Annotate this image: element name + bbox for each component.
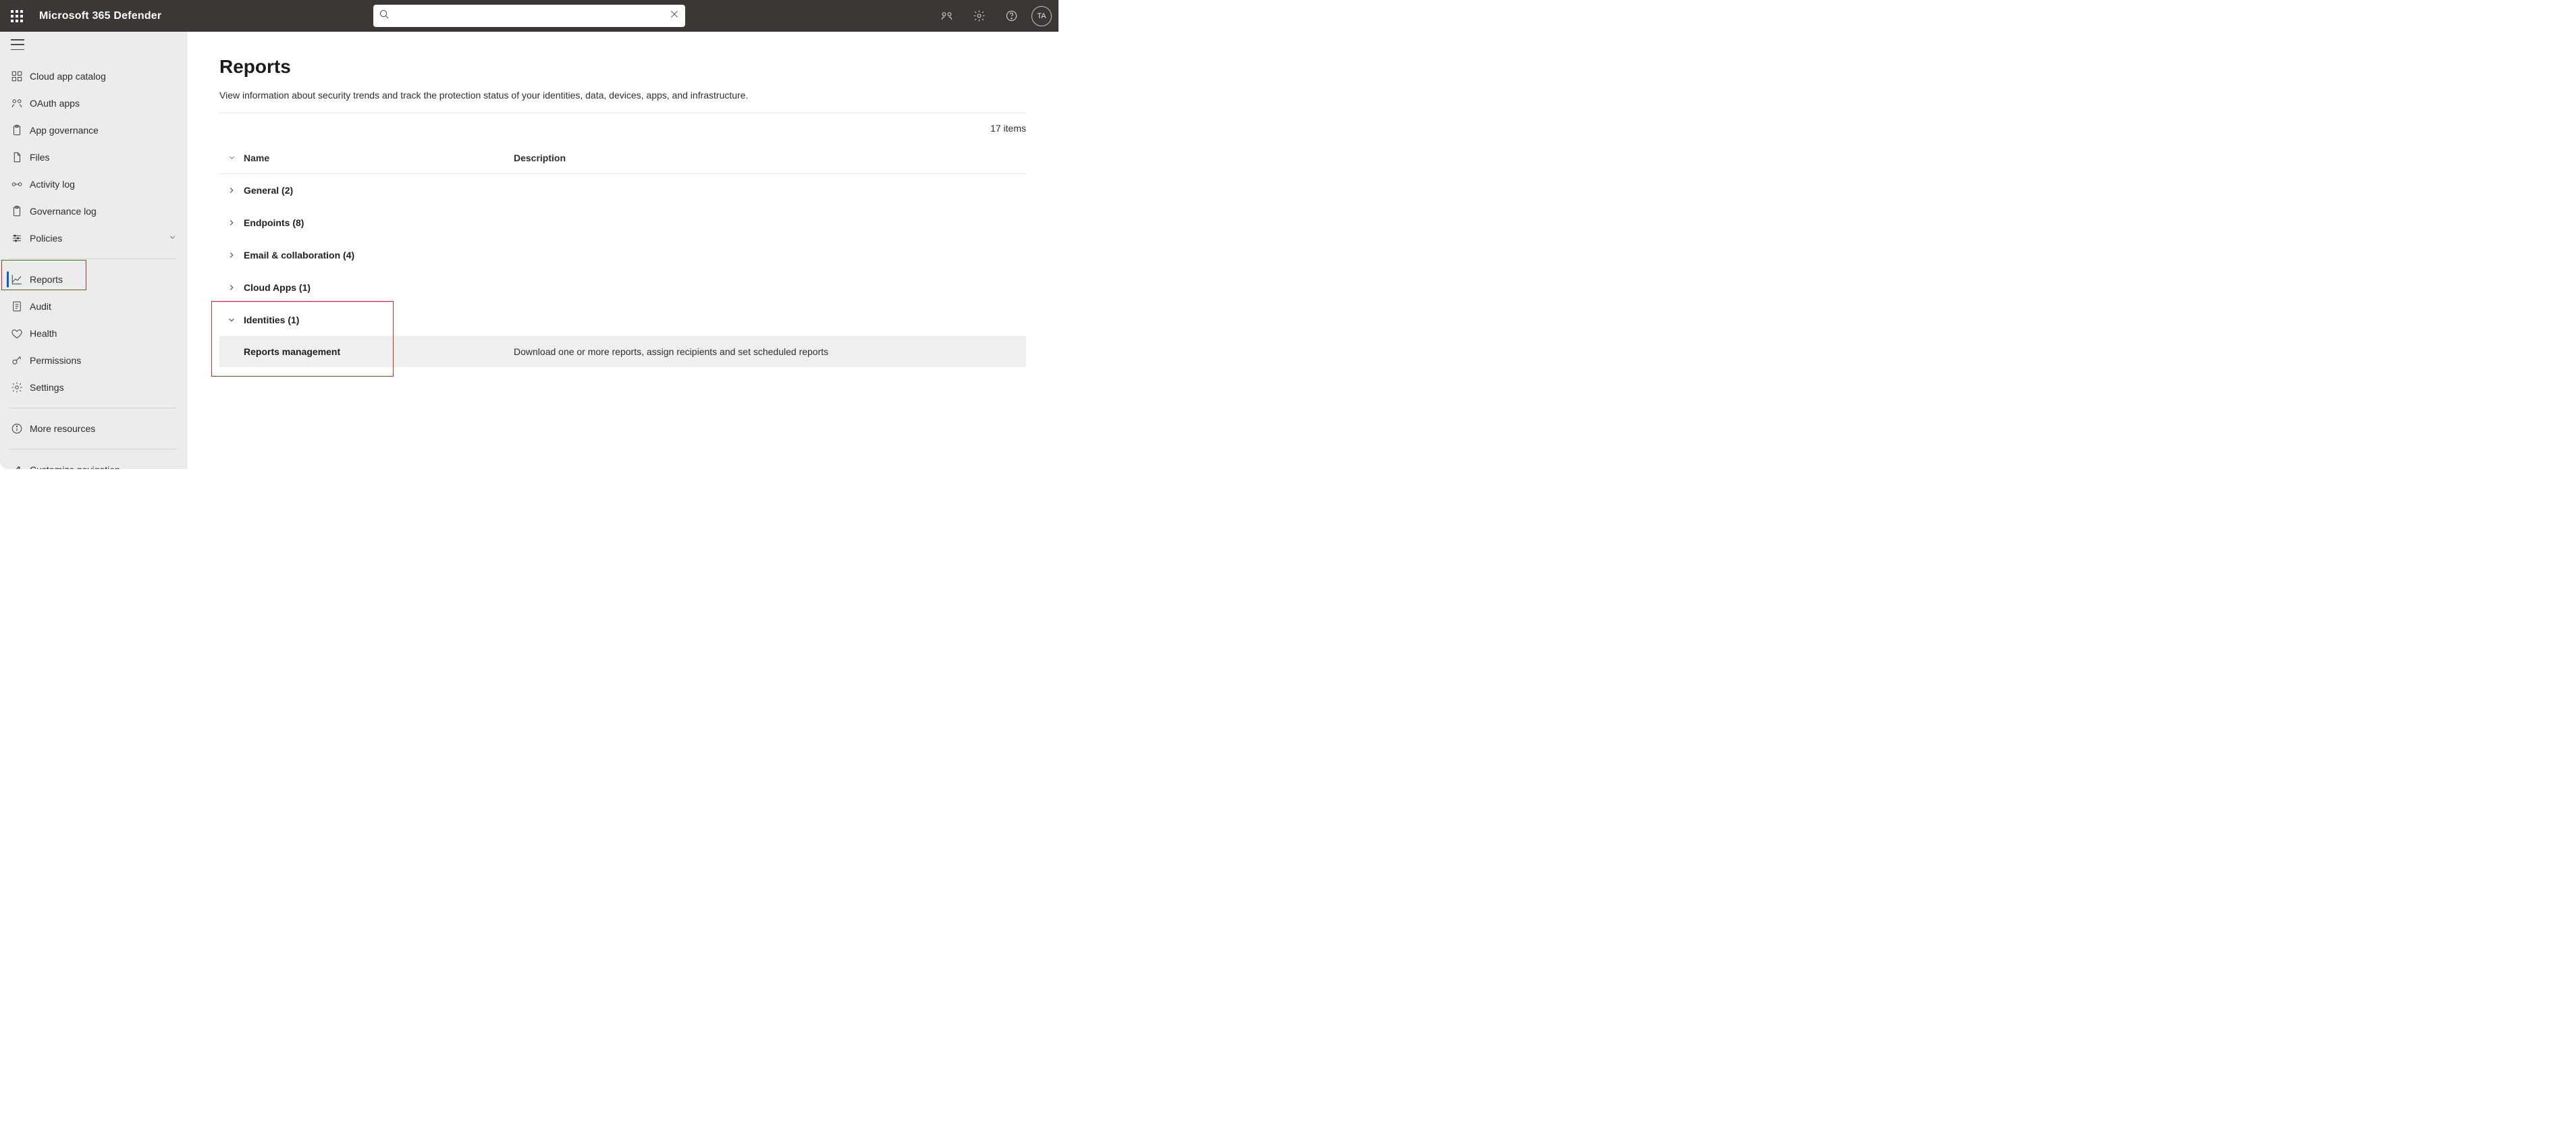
avatar-initials: TA <box>1037 12 1046 20</box>
chevron-down-icon <box>168 233 177 244</box>
sidebar-item-label: Audit <box>30 301 177 312</box>
search-icon <box>379 9 390 24</box>
health-icon <box>11 327 30 339</box>
top-bar: Microsoft 365 Defender TA <box>0 0 1058 32</box>
group-row[interactable]: Identities (1) <box>219 304 1026 336</box>
pencil-icon <box>11 464 30 469</box>
activity-icon <box>11 178 30 190</box>
divider <box>9 449 177 450</box>
sidebar-item-more-resources[interactable]: More resources <box>0 415 186 442</box>
chevron-right-icon[interactable] <box>219 250 244 260</box>
page-title: Reports <box>219 56 1026 78</box>
sidebar-item-label: OAuth apps <box>30 98 177 109</box>
chevron-right-icon[interactable] <box>219 186 244 195</box>
search-input[interactable] <box>390 11 669 22</box>
sidebar-item-oauth-apps[interactable]: OAuth apps <box>0 90 186 117</box>
clear-search-button[interactable] <box>669 9 680 23</box>
report-description: Download one or more reports, assign rec… <box>514 346 1026 357</box>
chart-icon <box>11 273 30 286</box>
group-label: Identities (1) <box>244 315 299 325</box>
group-label: Endpoints (8) <box>244 217 304 228</box>
column-header-name[interactable]: Name <box>244 153 514 163</box>
info-icon <box>11 423 30 435</box>
sidebar-item-label: Cloud app catalog <box>30 71 177 82</box>
sidebar-item-label: Settings <box>30 382 177 393</box>
sidebar-item-reports[interactable]: Reports <box>0 266 186 293</box>
sidebar-item-governance-log[interactable]: Governance log <box>0 198 186 225</box>
items-count: 17 items <box>990 123 1026 134</box>
sidebar-item-app-governance[interactable]: App governance <box>0 117 186 144</box>
settings-button[interactable] <box>963 0 995 32</box>
group-label: Cloud Apps (1) <box>244 282 311 293</box>
page-description: View information about security trends a… <box>219 90 1026 113</box>
search-bar[interactable] <box>373 5 685 27</box>
chevron-right-icon[interactable] <box>219 283 244 292</box>
group-row[interactable]: Cloud Apps (1) <box>219 271 1026 304</box>
file-icon <box>11 151 30 163</box>
main-content: Reports View information about security … <box>187 32 1058 469</box>
key-icon <box>11 354 30 366</box>
audit-icon <box>11 300 30 312</box>
community-button[interactable] <box>930 0 963 32</box>
sidebar-item-cloud-app-catalog[interactable]: Cloud app catalog <box>0 63 186 90</box>
clipboard-icon <box>11 124 30 136</box>
sidebar-item-label: Policies <box>30 233 168 244</box>
clipboard-icon <box>11 205 30 217</box>
group-row[interactable]: Endpoints (8) <box>219 207 1026 239</box>
chevron-right-icon[interactable] <box>219 218 244 227</box>
sidebar-item-customize-navigation[interactable]: Customize navigation <box>0 456 186 469</box>
sidebar-item-label: Health <box>30 328 177 339</box>
column-header-description[interactable]: Description <box>514 153 1026 163</box>
app-title: Microsoft 365 Defender <box>39 10 161 22</box>
help-button[interactable] <box>995 0 1027 32</box>
sidebar-item-settings[interactable]: Settings <box>0 374 186 401</box>
sidebar-item-label: App governance <box>30 125 177 136</box>
sidebar-item-label: Reports <box>30 274 177 285</box>
sidebar-item-policies[interactable]: Policies <box>0 225 186 252</box>
sidebar-item-files[interactable]: Files <box>0 144 186 171</box>
sidebar: Cloud app catalog OAuth apps App governa… <box>0 32 187 469</box>
gear-icon <box>11 381 30 393</box>
sidebar-item-label: Governance log <box>30 206 177 217</box>
report-name: Reports management <box>244 346 514 357</box>
group-row[interactable]: General (2) <box>219 174 1026 207</box>
group-label: General (2) <box>244 185 293 196</box>
sidebar-item-health[interactable]: Health <box>0 320 186 347</box>
table-header: Name Description <box>219 142 1026 174</box>
nav: Cloud app catalog OAuth apps App governa… <box>0 57 186 469</box>
group-label: Email & collaboration (4) <box>244 250 354 261</box>
sidebar-item-audit[interactable]: Audit <box>0 293 186 320</box>
collapse-sidebar-button[interactable] <box>11 39 26 50</box>
oauth-icon <box>11 97 30 109</box>
sidebar-item-label: Permissions <box>30 355 177 366</box>
report-row[interactable]: Reports managementDownload one or more r… <box>219 336 1026 367</box>
policies-icon <box>11 232 30 244</box>
expand-all-toggle[interactable] <box>219 153 244 162</box>
sidebar-item-activity-log[interactable]: Activity log <box>0 171 186 198</box>
sidebar-item-label: Files <box>30 152 177 163</box>
sidebar-item-permissions[interactable]: Permissions <box>0 347 186 374</box>
group-row[interactable]: Email & collaboration (4) <box>219 239 1026 271</box>
user-avatar[interactable]: TA <box>1031 6 1052 26</box>
waffle-icon <box>11 10 23 22</box>
app-launcher-button[interactable] <box>7 6 27 26</box>
sidebar-item-label: More resources <box>30 423 177 434</box>
grid-icon <box>11 70 30 82</box>
chevron-down-icon[interactable] <box>219 315 244 325</box>
sidebar-item-label: Activity log <box>30 179 177 190</box>
sidebar-item-label: Customize navigation <box>30 464 177 469</box>
